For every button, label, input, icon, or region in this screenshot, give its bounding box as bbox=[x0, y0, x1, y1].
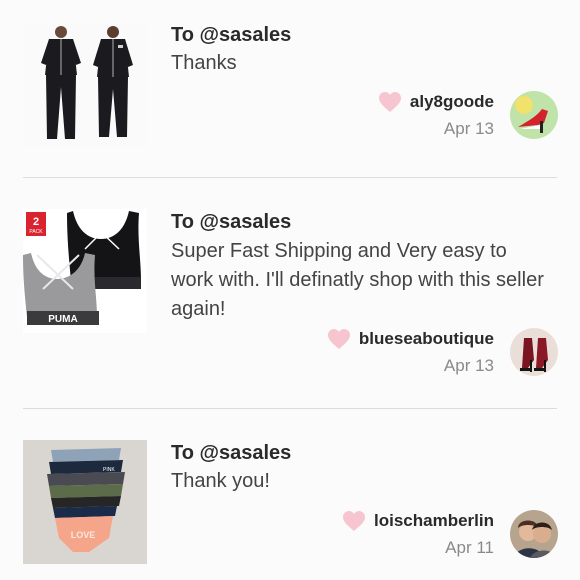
sports-bra-image-icon: PUMA 2 PACK bbox=[23, 209, 147, 333]
svg-text:PUMA: PUMA bbox=[48, 314, 77, 325]
pajama-image-icon bbox=[23, 23, 147, 147]
couple-avatar-icon bbox=[510, 510, 558, 558]
review-date: Apr 11 bbox=[445, 538, 494, 557]
review-message: Thank you! bbox=[171, 470, 270, 492]
review-message: Super Fast Shipping and Very easy to wor… bbox=[171, 240, 544, 320]
reviewer-avatar[interactable] bbox=[510, 328, 558, 376]
review-recipient[interactable]: To @sasales bbox=[171, 211, 291, 234]
shoe-avatar-icon bbox=[510, 91, 558, 139]
reviewer-username[interactable]: loischamberlin bbox=[374, 511, 494, 531]
heart-icon[interactable] bbox=[327, 328, 351, 350]
review-recipient[interactable]: To @sasales bbox=[171, 442, 291, 465]
review-message: Thanks bbox=[171, 52, 237, 74]
heels-avatar-icon bbox=[510, 328, 558, 376]
reviewer-username[interactable]: aly8goode bbox=[410, 92, 494, 112]
svg-text:LOVE: LOVE bbox=[71, 530, 96, 540]
review-item: PUMA 2 PACK To @sasales Super Fast Shipp… bbox=[0, 178, 580, 408]
review-meta: blueseaboutique Apr 13 bbox=[327, 328, 494, 376]
heart-icon[interactable] bbox=[342, 510, 366, 532]
review-meta: loischamberlin Apr 11 bbox=[342, 510, 494, 558]
review-meta: aly8goode Apr 13 bbox=[378, 91, 494, 139]
review-item: To @sasales Thanks aly8goode Apr 13 bbox=[0, 0, 580, 178]
underwear-stack-image-icon: PINK LOVE bbox=[23, 440, 147, 564]
product-thumbnail[interactable] bbox=[23, 23, 147, 147]
reviewer-avatar[interactable] bbox=[510, 91, 558, 139]
heart-icon[interactable] bbox=[378, 91, 402, 113]
reviewer-avatar[interactable] bbox=[510, 510, 558, 558]
svg-text:PINK: PINK bbox=[103, 467, 115, 473]
review-date: Apr 13 bbox=[443, 119, 494, 138]
review-recipient[interactable]: To @sasales bbox=[171, 24, 291, 47]
svg-text:PACK: PACK bbox=[29, 229, 43, 235]
svg-text:2: 2 bbox=[33, 216, 39, 228]
reviewer-username[interactable]: blueseaboutique bbox=[359, 329, 494, 349]
review-item: PINK LOVE To @sasales Thank you! loischa… bbox=[0, 409, 580, 580]
review-date: Apr 13 bbox=[443, 356, 494, 375]
product-thumbnail[interactable]: PUMA 2 PACK bbox=[23, 209, 147, 333]
product-thumbnail[interactable]: PINK LOVE bbox=[23, 440, 147, 564]
